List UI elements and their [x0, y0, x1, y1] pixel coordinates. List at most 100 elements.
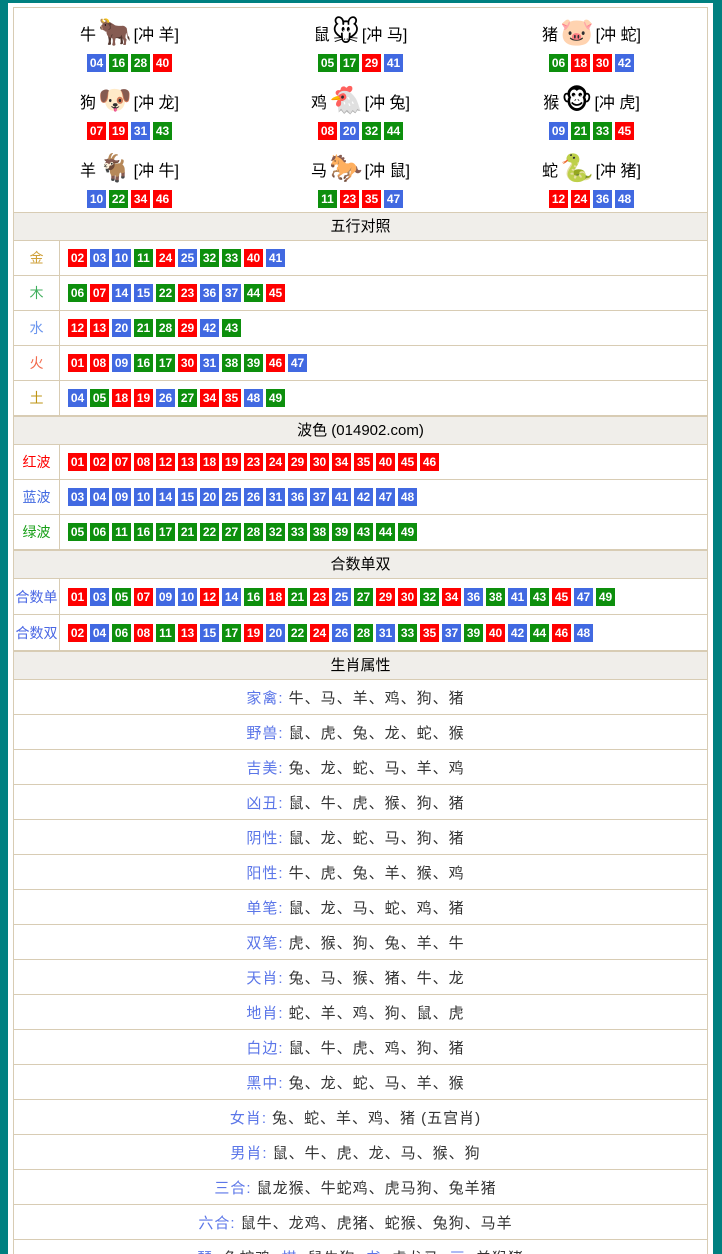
monkey-icon: 🐵 [561, 87, 592, 114]
shengxiao-row: 单笔:鼠、龙、马、蛇、鸡、猪 [14, 890, 707, 925]
number-ball: 03 [68, 488, 87, 506]
zodiac-animal-name: 马 [311, 157, 327, 181]
shengxiao-row: 六合:鼠牛、龙鸡、虎猪、蛇猴、兔狗、马羊 [14, 1205, 707, 1240]
number-ball: 04 [87, 54, 106, 72]
number-ball: 42 [508, 624, 527, 642]
number-ball: 30 [398, 588, 417, 606]
number-ball: 06 [90, 523, 109, 541]
number-ball: 13 [178, 453, 197, 471]
shengxiao-row: 吉美:兔、龙、蛇、马、羊、鸡 [14, 750, 707, 785]
zodiac-name-line: 狗🐶[冲 龙] [80, 81, 179, 121]
number-ball: 38 [486, 588, 505, 606]
number-ball: 09 [112, 488, 131, 506]
number-ball: 12 [200, 588, 219, 606]
number-ball: 14 [156, 488, 175, 506]
number-ball: 41 [266, 249, 285, 267]
shengxiao-row-label: 单笔: [246, 897, 283, 918]
number-ball: 18 [112, 389, 131, 407]
number-ball: 30 [310, 453, 329, 471]
number-ball: 08 [318, 122, 337, 140]
number-ball: 24 [266, 453, 285, 471]
number-ball: 29 [288, 453, 307, 471]
number-ball: 19 [222, 453, 241, 471]
number-ball: 41 [332, 488, 351, 506]
shengxiao-row-label: 阳性: [246, 862, 283, 883]
shengxiao-row-label: 六合: [198, 1212, 235, 1233]
number-ball: 39 [464, 624, 483, 642]
zodiac-number-list: 05172941 [318, 54, 403, 72]
heshu-row-label: 合数双 [14, 615, 60, 650]
zodiac-number-list: 11233547 [318, 190, 403, 208]
number-ball: 19 [244, 624, 263, 642]
number-ball: 45 [615, 122, 634, 140]
number-ball: 22 [200, 523, 219, 541]
section-header-wuxing: 五行对照 [14, 212, 707, 241]
number-ball: 31 [131, 122, 150, 140]
wuxing-row: 火0108091617303138394647 [14, 346, 707, 381]
number-ball: 10 [112, 249, 131, 267]
shengxiao-row-value: 虎、猴、狗、兔、羊、牛 [289, 932, 465, 953]
zodiac-cell: 猴🐵[冲 虎]09213345 [476, 76, 707, 144]
shengxiao-row-value: 鼠、牛、虎、猴、狗、猪 [289, 792, 465, 813]
shengxiao-row-label: 凶丑: [246, 792, 283, 813]
number-ball: 39 [244, 354, 263, 372]
number-ball: 23 [178, 284, 197, 302]
shengxiao-row: 三合:鼠龙猴、牛蛇鸡、虎马狗、兔羊猪 [14, 1170, 707, 1205]
number-ball: 24 [156, 249, 175, 267]
number-ball: 08 [90, 354, 109, 372]
number-ball: 32 [200, 249, 219, 267]
shengxiao-row: 天肖:兔、马、猴、猪、牛、龙 [14, 960, 707, 995]
shengxiao-row-label: 白边: [246, 1037, 283, 1058]
number-ball: 12 [156, 453, 175, 471]
zodiac-clash-label: [冲 羊] [134, 21, 179, 45]
shengxiao-row-value: 兔、马、猴、猪、牛、龙 [289, 967, 465, 988]
number-ball: 31 [266, 488, 285, 506]
bose-section: 红波0102070812131819232429303435404546蓝波03… [14, 445, 707, 550]
number-ball: 43 [530, 588, 549, 606]
number-ball: 48 [244, 389, 263, 407]
number-ball: 34 [131, 190, 150, 208]
qqsh-label: 画: [450, 1247, 471, 1254]
zodiac-animal-name: 蛇 [542, 157, 558, 181]
number-ball: 06 [112, 624, 131, 642]
shengxiao-row-value: 牛、马、羊、鸡、狗、猪 [289, 687, 465, 708]
pig-icon: 🐷 [560, 19, 594, 46]
zodiac-cell: 马🐎[冲 鼠]11233547 [245, 144, 476, 212]
shengxiao-row-value: 鼠、虎、兔、龙、蛇、猴 [289, 722, 465, 743]
wuxing-row-label: 水 [14, 311, 60, 345]
number-ball: 20 [200, 488, 219, 506]
zodiac-animal-name: 猴 [543, 89, 559, 113]
number-ball: 28 [244, 523, 263, 541]
number-ball: 40 [244, 249, 263, 267]
number-ball: 46 [153, 190, 172, 208]
shengxiao-row: 凶丑: 鼠、牛、虎、猴、狗、猪 [14, 785, 707, 820]
zodiac-cell: 牛🐂[冲 羊]04162840 [14, 8, 245, 76]
shengxiao-row: 白边:鼠、牛、虎、鸡、狗、猪 [14, 1030, 707, 1065]
number-ball: 16 [134, 523, 153, 541]
number-ball: 06 [549, 54, 568, 72]
number-ball: 22 [156, 284, 175, 302]
number-ball: 40 [486, 624, 505, 642]
number-ball: 33 [593, 122, 612, 140]
goat-icon: 🐐 [98, 155, 132, 182]
number-ball: 37 [310, 488, 329, 506]
shengxiao-row: 男肖:鼠、牛、虎、龙、马、猴、狗 [14, 1135, 707, 1170]
number-ball: 40 [376, 453, 395, 471]
number-ball: 34 [200, 389, 219, 407]
shengxiao-row-label: 男肖: [230, 1142, 267, 1163]
zodiac-name-line: 猪🐷[冲 蛇] [542, 13, 641, 53]
heshu-row-label: 合数单 [14, 579, 60, 614]
shengxiao-row-label: 地肖: [246, 1002, 283, 1023]
number-ball: 44 [530, 624, 549, 642]
bose-row: 红波0102070812131819232429303435404546 [14, 445, 707, 480]
zodiac-animal-name: 狗 [80, 89, 96, 113]
zodiac-number-list: 04162840 [87, 54, 172, 72]
number-ball: 47 [574, 588, 593, 606]
number-ball: 24 [571, 190, 590, 208]
zodiac-cell: 狗🐶[冲 龙]07193143 [14, 76, 245, 144]
section-header-heshu: 合数单双 [14, 550, 707, 579]
wuxing-row-label: 火 [14, 346, 60, 380]
number-ball: 48 [574, 624, 593, 642]
number-ball: 35 [222, 389, 241, 407]
number-ball: 16 [134, 354, 153, 372]
